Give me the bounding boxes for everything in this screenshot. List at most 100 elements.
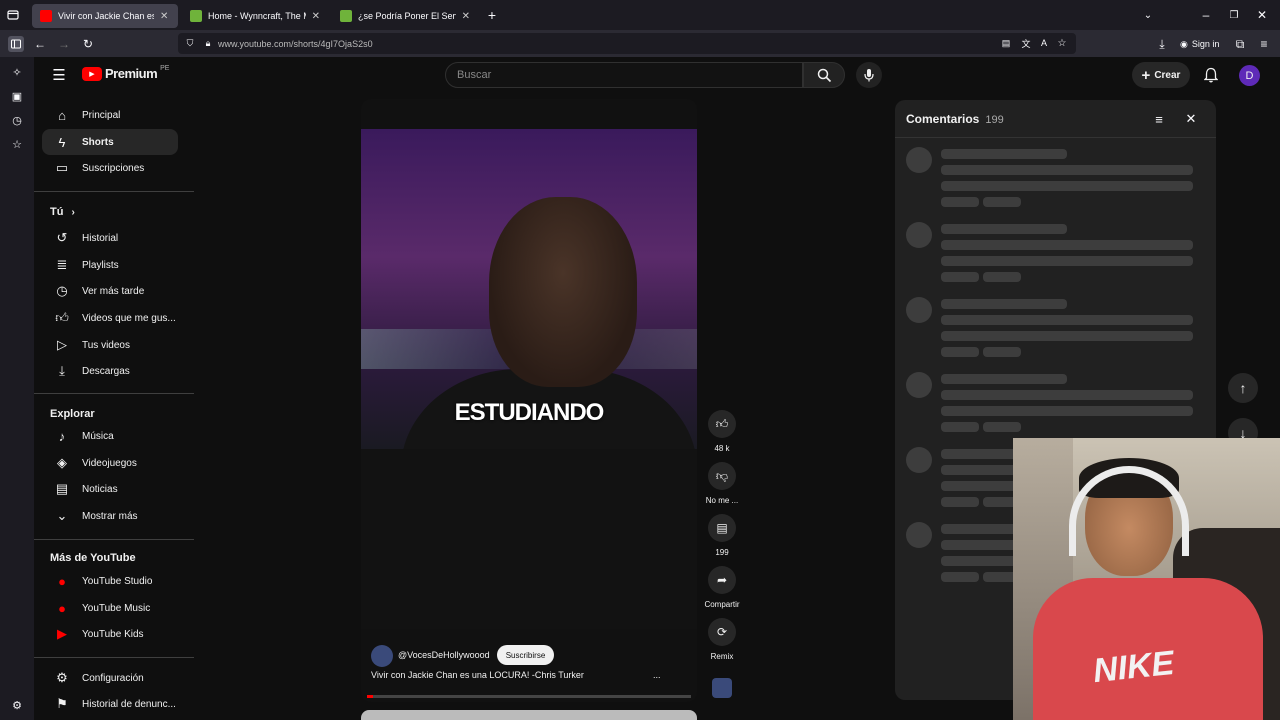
minimize-icon[interactable]: – [1198,7,1214,23]
chevron-down-icon[interactable]: ⌄ [1140,7,1156,23]
new-tab-button[interactable]: + [484,7,500,23]
menu-icon[interactable]: ≡ [1256,36,1272,52]
voice-search-button[interactable] [856,62,882,88]
sign-in-button[interactable]: ◉ Sign in [1180,36,1219,52]
yt-studio-icon: ● [58,573,66,589]
close-tab-icon[interactable]: ✕ [312,11,320,22]
sidebar-toggle-icon[interactable] [8,36,24,52]
sidebar-item-descargas[interactable]: ⤓ Descargas [42,358,178,384]
youtube-favicon-icon [40,10,52,22]
address-bar[interactable]: ⛉ 🔒︎ www.youtube.com/shorts/4gI7OjaS2s0 … [178,33,1076,54]
home-icon: ⌂ [58,107,66,123]
comments-title: Comentarios [906,112,980,126]
remix-button[interactable]: ⟳ Remix [703,618,741,661]
translate-icon[interactable]: 文 [1020,37,1032,49]
tab-youtube[interactable]: Vivir con Jackie Chan es una LOCURA! ✕ [32,4,178,28]
previous-short-button[interactable]: ↑ [1228,373,1258,403]
channel-avatar[interactable] [371,645,393,667]
url-text[interactable]: www.youtube.com/shorts/4gI7OjaS2s0 [218,39,373,49]
dislike-button[interactable]: 👎︎ No me ... [703,462,741,505]
close-window-icon[interactable]: ✕ [1254,7,1270,23]
close-icon[interactable]: ✕ [1183,111,1199,127]
sidebar-item-noticias[interactable]: ▤ Noticias [42,476,178,502]
skeleton-block [941,197,979,207]
next-short-preview[interactable] [361,710,697,720]
divider [34,539,194,540]
youtube-sidebar: ⌂ Principal ϟ Shorts ▭ Suscripciones Tú … [34,57,194,720]
skeleton-block [941,272,979,282]
more-description[interactable]: ... [653,670,661,680]
sidebar-item-label: Ver más tarde [82,285,145,297]
skeleton-block [906,522,932,548]
sidebar-item-musica[interactable]: ♪ Música [42,423,178,449]
skeleton-block [906,147,932,173]
bookmark-star-icon[interactable]: ☆ [1056,37,1068,49]
search-button[interactable] [803,62,845,88]
extensions-icon[interactable]: ⧉ [1232,36,1248,52]
history-icon[interactable]: ◷ [10,113,24,127]
bookmarks-icon[interactable]: ☆ [10,137,24,151]
sidebar-item-principal[interactable]: ⌂ Principal [42,102,178,128]
comments-button[interactable]: ▤ 199 [703,514,741,557]
tracking-protection-icon[interactable]: ⛉ [184,37,196,49]
sidebar-item-label: Videos que me gus... [82,312,176,324]
share-icon: ➦ [708,566,736,594]
sidebar-item-historial[interactable]: ↺ Historial [42,225,178,251]
tab-title: Vivir con Jackie Chan es una LOCURA! [58,11,154,21]
close-tab-icon[interactable]: ✕ [160,11,168,22]
search-input[interactable]: Buscar [445,62,803,88]
tab-list-icon[interactable] [6,8,20,22]
sidebar-item-suscripciones[interactable]: ▭ Suscripciones [42,155,178,181]
close-tab-icon[interactable]: ✕ [462,11,470,22]
ai-chat-icon[interactable]: ✧ [10,65,24,79]
notifications-bell-icon[interactable] [1202,66,1220,84]
tab-wynncraft-forum[interactable]: ¿se Podría Poner El Servidor En ✕ [332,4,478,28]
microphone-icon [864,69,874,82]
avatar[interactable]: D [1239,65,1260,86]
tab-wynncraft-home[interactable]: Home - Wynncraft, The Minecraft MMO ✕ [182,4,328,28]
share-button[interactable]: ➦ Compartir [703,566,741,609]
sound-button[interactable] [703,678,741,698]
sound-thumbnail [712,678,732,698]
skeleton-block [983,422,1021,432]
back-icon[interactable]: ← [32,36,48,52]
sidebar-item-ver-mas-tarde[interactable]: ◷ Ver más tarde [42,278,178,304]
forward-icon[interactable]: → [56,36,72,52]
sync-tabs-icon[interactable]: ▣ [10,89,24,103]
short-video-player[interactable]: ESTUDIANDO @VocesDeHollywoood Suscribirs… [361,99,697,702]
sidebar-item-mostrar-mas[interactable]: ⌄ Mostrar más [42,503,178,529]
sort-icon[interactable]: ≡ [1151,111,1167,127]
channel-name[interactable]: @VocesDeHollywoood [398,650,490,660]
section-title: Tú [50,206,64,218]
skeleton-block [941,374,1067,384]
short-title[interactable]: Vivir con Jackie Chan es una LOCURA! -Ch… [371,670,584,680]
sidebar-item-label: Principal [82,109,121,121]
sidebar-item-youtube-studio[interactable]: ● YouTube Studio [42,568,178,594]
subscriptions-icon: ▭ [55,160,69,175]
maximize-icon[interactable]: ❐ [1226,7,1242,23]
sidebar-item-configuracion[interactable]: ⚙ Configuración [42,665,178,691]
like-button[interactable]: 👍︎ 48 k [703,410,741,453]
sidebar-item-youtube-music[interactable]: ● YouTube Music [42,595,178,621]
translate-page-icon[interactable]: A [1038,37,1050,49]
sidebar-item-playlists[interactable]: ≣ Playlists [42,252,178,278]
subscribe-button[interactable]: Suscribirse [497,645,554,665]
sidebar-item-historial-denuncias[interactable]: ⚑ Historial de denunc... [42,691,178,717]
sidebar-item-youtube-kids[interactable]: ▶ YouTube Kids [42,621,178,647]
downloads-icon[interactable]: ⤓ [1154,36,1170,52]
sidebar-item-tus-videos[interactable]: ▷ Tus videos [42,332,178,358]
sidebar-you-header[interactable]: Tú › [50,206,75,218]
reader-view-icon[interactable]: ▤ [1000,37,1012,49]
settings-icon[interactable]: ⚙ [10,698,24,712]
create-button[interactable]: + Crear [1132,62,1190,88]
reload-icon[interactable]: ↻ [80,36,96,52]
browser-tab-bar: Vivir con Jackie Chan es una LOCURA! ✕ H… [0,0,1280,30]
lock-icon[interactable]: 🔒︎ [202,37,214,49]
skeleton-block [983,197,1021,207]
sidebar-item-liked-videos[interactable]: 👍︎ Videos que me gus... [42,305,178,331]
flag-icon: ⚑ [56,696,68,711]
sidebar-item-shorts[interactable]: ϟ Shorts [42,129,178,155]
sidebar-item-label: Videojuegos [82,457,137,469]
progress-bar[interactable] [367,695,691,698]
sidebar-item-videojuegos[interactable]: ◈ Videojuegos [42,450,178,476]
